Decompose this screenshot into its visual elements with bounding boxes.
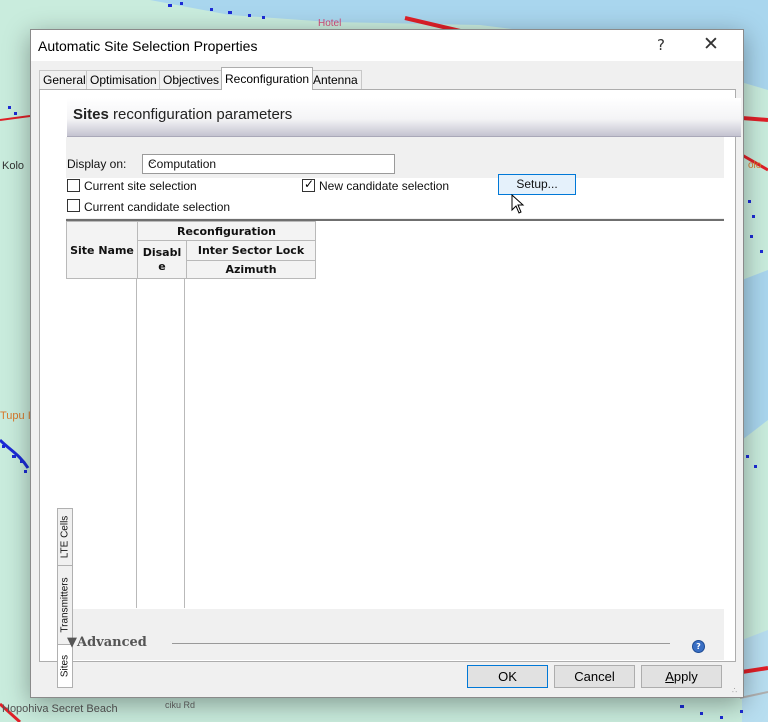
map-label-tupu: Tupu I bbox=[0, 410, 31, 422]
mouse-cursor-icon bbox=[511, 194, 525, 214]
vertical-tabs: LTE Cells Transmitters Sites bbox=[57, 508, 73, 718]
help-icon[interactable]: ? bbox=[692, 640, 705, 653]
check-mark-icon: ✓ bbox=[304, 177, 315, 191]
inter-sector-lock-header[interactable]: Inter Sector Lock bbox=[186, 240, 316, 261]
help-button[interactable]: ? bbox=[657, 36, 665, 54]
azimuth-header[interactable]: Azimuth bbox=[186, 260, 316, 279]
reconfiguration-header: Reconfiguration bbox=[137, 221, 316, 241]
tab-general[interactable]: General bbox=[39, 70, 90, 90]
vtab-transmitters[interactable]: Transmitters bbox=[57, 565, 73, 645]
new-candidate-checkbox[interactable]: ✓ bbox=[302, 177, 315, 192]
close-button[interactable]: ✕ bbox=[703, 33, 719, 55]
map-label-right: olo bbox=[748, 160, 762, 171]
chevron-down-icon: ⌄ bbox=[148, 156, 157, 167]
title-bar[interactable]: Automatic Site Selection Properties ? ✕ bbox=[31, 30, 743, 61]
site-name-header[interactable]: Site Name bbox=[66, 221, 138, 279]
cancel-button[interactable]: Cancel bbox=[554, 665, 635, 688]
map-label-road: ciku Rd bbox=[165, 700, 196, 710]
tab-antenna[interactable]: Antenna bbox=[309, 70, 362, 90]
current-site-checkbox[interactable] bbox=[67, 179, 80, 192]
reconfiguration-table: Site Name Reconfiguration Disabl e Inter… bbox=[66, 221, 316, 279]
current-candidate-label: Current candidate selection bbox=[84, 200, 231, 214]
sites-grid[interactable]: Site Name Reconfiguration Disabl e Inter… bbox=[66, 219, 724, 609]
vtab-lte-cells[interactable]: LTE Cells bbox=[57, 508, 73, 566]
map-label-kolo: Kolo bbox=[2, 160, 25, 172]
current-candidate-checkbox[interactable] bbox=[67, 199, 80, 212]
disable-header[interactable]: Disabl e bbox=[137, 240, 187, 279]
tab-panel: Sites reconfiguration parameters Display… bbox=[39, 89, 741, 688]
section-title: Sites reconfiguration parameters bbox=[73, 106, 293, 123]
grid-divider bbox=[136, 278, 137, 608]
dialog-title: Automatic Site Selection Properties bbox=[38, 38, 258, 54]
vtab-sites[interactable]: Sites bbox=[57, 644, 73, 688]
advanced-toggle[interactable]: ▼Advanced bbox=[67, 635, 147, 650]
setup-button[interactable]: Setup... bbox=[498, 174, 576, 195]
ok-button[interactable]: OK bbox=[467, 665, 548, 688]
map-label-hotel: Hotel bbox=[318, 18, 342, 29]
current-site-label: Current site selection bbox=[84, 179, 197, 193]
tab-reconfiguration[interactable]: Reconfiguration bbox=[221, 67, 314, 90]
display-on-select[interactable]: Computation ⌄ bbox=[142, 154, 395, 174]
section-header: Sites reconfiguration parameters bbox=[67, 98, 741, 137]
tab-optimisation[interactable]: Optimisation bbox=[86, 70, 161, 90]
resize-grip-icon[interactable]: ∴ bbox=[732, 686, 737, 695]
new-candidate-label: New candidate selection bbox=[319, 179, 450, 193]
grid-divider bbox=[184, 278, 185, 608]
display-on-label: Display on: bbox=[67, 157, 127, 171]
apply-button[interactable]: Apply bbox=[641, 665, 722, 688]
tab-objectives[interactable]: Objectives bbox=[159, 70, 224, 90]
properties-dialog: Automatic Site Selection Properties ? ✕ … bbox=[30, 29, 744, 698]
advanced-divider bbox=[172, 643, 670, 644]
